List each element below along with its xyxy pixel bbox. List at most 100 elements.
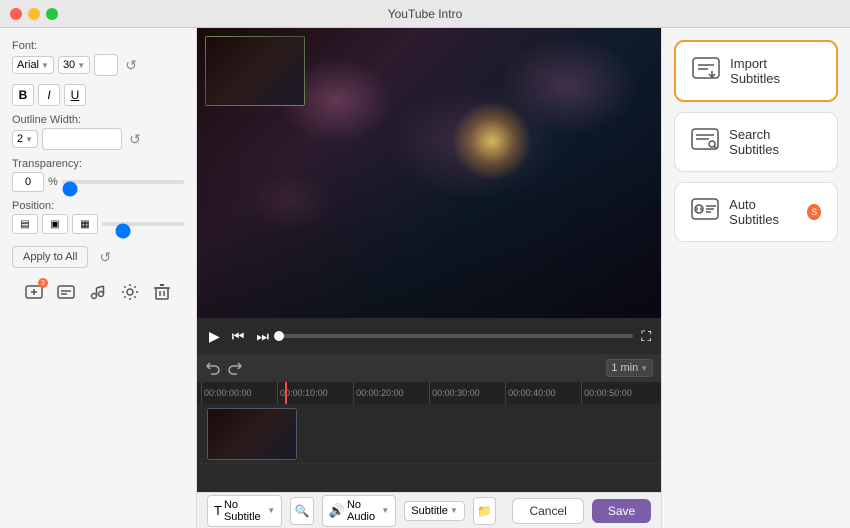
transparency-input[interactable] [12,172,44,192]
apply-refresh-button[interactable]: ↺ [96,248,114,266]
chevron-down-icon: ▼ [381,506,389,515]
subtitle-track-select[interactable]: T No Subtitle ▼ [207,495,282,527]
import-subtitles-option[interactable]: Import Subtitles [674,40,838,102]
position-row: ▤ ▣ ▦ [12,214,184,234]
close-button[interactable] [10,8,22,20]
zoom-select[interactable]: 1 min ▼ [606,359,653,377]
video-background [197,28,661,318]
window-controls[interactable] [10,8,58,20]
maximize-button[interactable] [46,8,58,20]
refresh-button[interactable]: ↺ [122,56,140,74]
bold-button[interactable]: B [12,84,34,106]
next-frame-button[interactable]: ⏭ [254,326,271,347]
transparency-range[interactable] [62,187,184,191]
ruler-mark-2: 00:00:20:00 [353,382,429,404]
auto-subtitle-icon [691,198,719,226]
search-subtitles-option[interactable]: Search Subtitles [674,112,838,172]
format-row: B I U [12,84,184,106]
zoom-label: 1 min [611,362,638,374]
no-subtitle-label: No Subtitle [224,499,265,523]
font-family-select[interactable]: Arial ▼ [12,56,54,74]
import-subtitle-label: Import Subtitles [730,56,820,86]
badge: 3 [38,278,48,288]
center-area: ▶ ⏮ ⏭ ⛶ [197,28,661,528]
folder-button[interactable]: 📁 [473,497,497,525]
fullscreen-button[interactable]: ⛶ [641,328,651,345]
add-track-icon[interactable]: 3 [22,280,46,304]
outline-row: 2 ▼ ↺ [12,128,184,150]
position-bottom-icon[interactable]: ▦ [72,214,98,234]
auto-subtitles-option[interactable]: Auto Subtitles S [674,182,838,242]
subtitle-type-label: Subtitle [411,505,448,517]
title-bar: YouTube Intro [0,0,850,28]
outline-color-picker[interactable] [42,128,122,150]
timeline-section: 1 min ▼ 00:00:00:00 00:00:10:00 00:00:20… [197,354,661,492]
font-section: Font: Arial ▼ 30 ▼ ↺ [12,40,184,76]
transparency-row: % [12,172,184,192]
font-family-value: Arial [17,59,39,71]
settings-icon[interactable] [118,280,142,304]
undo-button[interactable] [205,360,221,376]
search-button[interactable]: 🔍 [290,497,314,525]
position-label: Position: [12,200,184,212]
percent-sign: % [48,176,58,188]
video-clip[interactable] [207,408,297,460]
position-center-icon[interactable]: ▣ [42,214,68,234]
timeline-ruler: 00:00:00:00 00:00:10:00 00:00:20:00 00:0… [197,382,661,404]
left-panel: Font: Arial ▼ 30 ▼ ↺ B I U Outline Width… [0,28,197,528]
progress-bar[interactable] [279,334,633,338]
chevron-down-icon: ▼ [41,61,49,70]
save-button[interactable]: Save [592,499,651,523]
font-size-select[interactable]: 30 ▼ [58,56,90,74]
redo-button[interactable] [227,360,243,376]
cancel-button[interactable]: Cancel [512,498,583,524]
subtitle-type-select[interactable]: Subtitle ▼ [404,501,465,521]
search-subtitle-label: Search Subtitles [729,127,821,157]
progress-thumb [274,331,284,341]
timeline-header: 1 min ▼ [197,354,661,382]
apply-row: Apply to All ↺ [12,246,184,268]
import-subtitle-icon [692,57,720,85]
position-range[interactable] [102,229,184,233]
clip-thumbnail [208,409,296,459]
position-slider[interactable] [102,222,184,226]
chevron-down-icon: ▼ [640,364,648,373]
window-title: YouTube Intro [388,7,463,21]
video-preview [197,28,661,318]
chevron-down-icon: ▼ [267,506,275,515]
ruler-mark-1: 00:00:10:00 [277,382,353,404]
subtitle-icon[interactable] [54,280,78,304]
ruler-mark-3: 00:00:30:00 [429,382,505,404]
right-panel: Import Subtitles Search Subtitles [661,28,850,528]
apply-to-all-button[interactable]: Apply to All [12,246,88,268]
position-section: Position: ▤ ▣ ▦ [12,200,184,234]
play-button[interactable]: ▶ [207,326,222,347]
music-icon[interactable] [86,280,110,304]
video-track [197,404,661,464]
delete-icon[interactable] [150,280,174,304]
playhead [285,382,287,404]
font-color-picker[interactable] [94,54,118,76]
minimize-button[interactable] [28,8,40,20]
timeline-left-tools [205,360,243,376]
outline-width-select[interactable]: 2 ▼ [12,130,38,148]
ruler-marks: 00:00:00:00 00:00:10:00 00:00:20:00 00:0… [201,382,657,404]
timeline-right-tools: 1 min ▼ [606,359,653,377]
timeline-toolbar: 3 [12,280,184,304]
position-top-left-icon[interactable]: ▤ [12,214,38,234]
underline-button[interactable]: U [64,84,86,106]
outline-label: Outline Width: [12,114,184,126]
outline-width-value: 2 [17,133,23,145]
chevron-down-icon: ▼ [25,135,33,144]
ruler-mark-0: 00:00:00:00 [201,382,277,404]
font-label: Font: [12,40,184,52]
outline-refresh-button[interactable]: ↺ [126,130,144,148]
audio-track-select[interactable]: 🔊 No Audio ▼ [322,495,396,527]
transparency-slider[interactable] [62,180,184,184]
auto-subtitle-badge: S [807,204,821,220]
prev-frame-button[interactable]: ⏮ [230,326,247,347]
main-container: Font: Arial ▼ 30 ▼ ↺ B I U Outline Width… [0,28,850,528]
italic-button[interactable]: I [38,84,60,106]
auto-subtitle-label: Auto Subtitles [729,197,797,227]
clip-thumbnail [206,37,304,105]
